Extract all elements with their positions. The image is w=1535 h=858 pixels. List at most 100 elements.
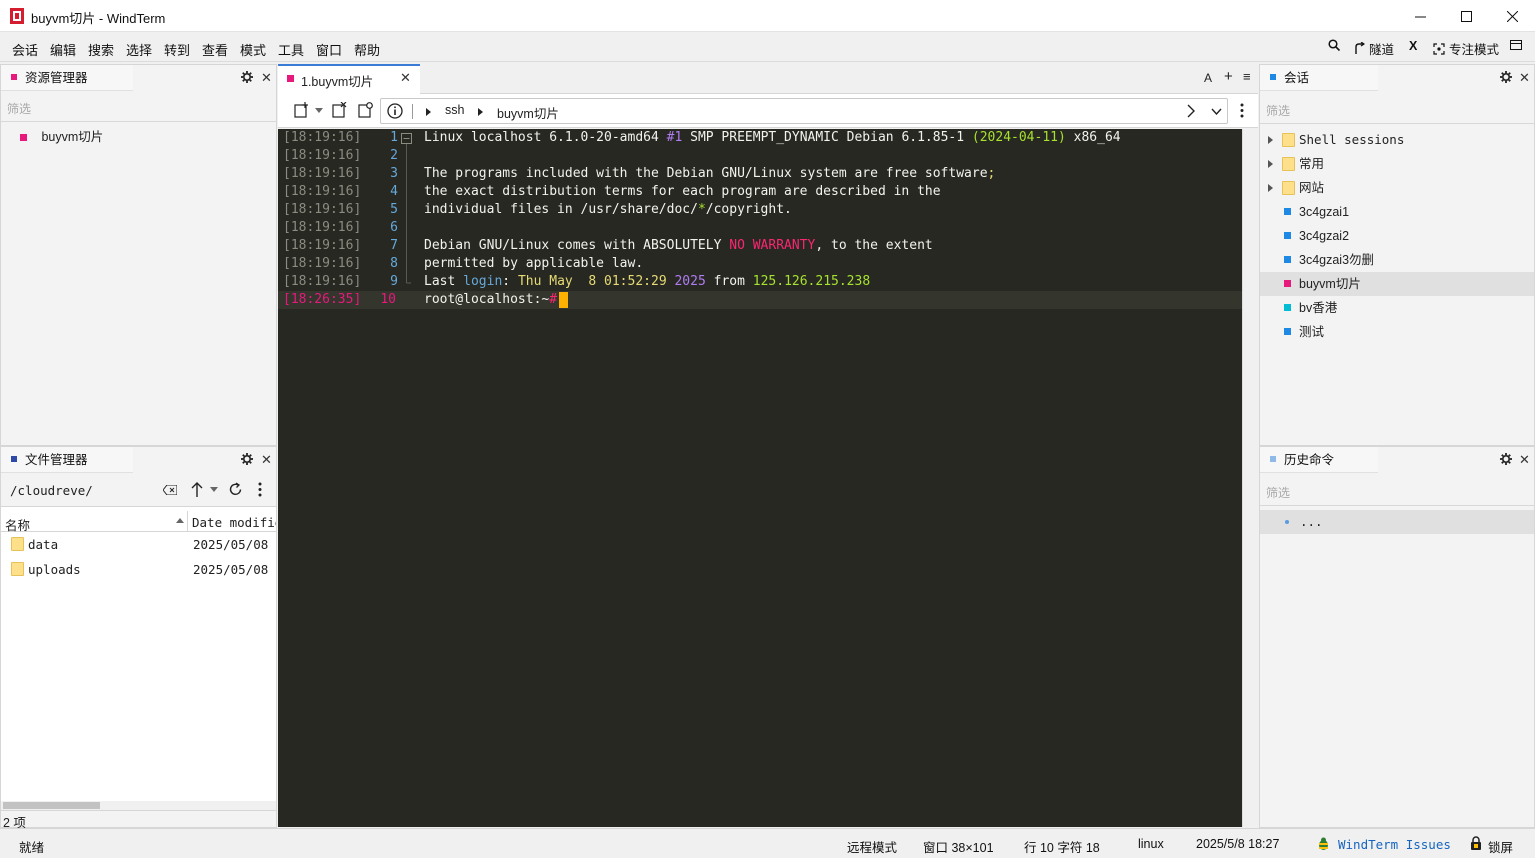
terminal-line: [18:19:16] 5 individual files in /usr/shar… xyxy=(278,201,1242,219)
session-item[interactable]: 3c4gzai1 xyxy=(1260,200,1534,224)
gear-icon[interactable] xyxy=(241,71,253,83)
explorer-item[interactable]: buyvm切片 xyxy=(1,125,276,149)
gear-icon[interactable] xyxy=(1500,71,1512,83)
explorer-close-icon[interactable]: ✕ xyxy=(261,70,272,86)
line-timestamp: [18:19:16] xyxy=(283,184,362,199)
session-item[interactable]: 测试 xyxy=(1260,320,1534,344)
more-vertical-icon[interactable] xyxy=(1240,103,1244,118)
line-number: 9 xyxy=(390,274,398,289)
expand-arrow-icon[interactable] xyxy=(1268,160,1273,168)
file-row[interactable]: uploads 2025/05/08 1 xyxy=(1,557,276,582)
focus-mode-button[interactable]: 专注模式 xyxy=(1433,39,1499,58)
close-session-icon[interactable] xyxy=(332,102,347,118)
explorer-tab[interactable]: 资源管理器 xyxy=(1,65,133,91)
new-session-icon[interactable] xyxy=(294,102,309,118)
file-manager-tab[interactable]: 文件管理器 xyxy=(1,447,133,473)
terminal-tab[interactable]: 1.buyvm切片 ✕ xyxy=(278,64,420,94)
more-vertical-icon[interactable] xyxy=(258,482,262,497)
menu-search[interactable]: 搜索 xyxy=(88,40,114,59)
duplicate-session-icon[interactable] xyxy=(358,102,373,118)
terminal-vertical-scrollbar[interactable] xyxy=(1242,129,1258,827)
layout-button[interactable] xyxy=(1510,39,1522,51)
menu-edit[interactable]: 编辑 xyxy=(50,40,76,59)
x-label: X xyxy=(1409,39,1418,53)
history-filter-input[interactable]: 筛选 xyxy=(1266,484,1290,501)
menu-mode[interactable]: 模式 xyxy=(240,40,266,59)
gear-icon[interactable] xyxy=(241,453,253,465)
text-segment: root@localhost:~ xyxy=(424,292,550,307)
font-button[interactable]: A xyxy=(1204,71,1212,85)
terminal-output[interactable]: [18:19:16] 1 Linux localhost 6.1.0-20-amd6… xyxy=(278,129,1242,827)
session-group[interactable]: Shell sessions xyxy=(1260,128,1534,152)
chevron-down-icon[interactable] xyxy=(210,487,218,492)
history-tab[interactable]: 历史命令 xyxy=(1260,447,1378,473)
file-manager-close-icon[interactable]: ✕ xyxy=(261,452,272,468)
text-segment: The programs included with the Debian GN… xyxy=(424,166,988,181)
menu-session[interactable]: 会话 xyxy=(12,40,38,59)
status-mode[interactable]: 远程模式 xyxy=(847,837,897,856)
session-item[interactable]: 3c4gzai3勿删 xyxy=(1260,248,1534,272)
sessions-filter-input[interactable]: 筛选 xyxy=(1266,102,1290,119)
minimize-button[interactable] xyxy=(1397,0,1443,32)
terminal-tab-label: 1.buyvm切片 xyxy=(301,75,374,89)
minimize-icon xyxy=(1414,16,1426,17)
sessions-close-icon[interactable]: ✕ xyxy=(1519,70,1530,86)
refresh-icon[interactable] xyxy=(228,482,243,497)
menu-view[interactable]: 查看 xyxy=(202,40,228,59)
history-item[interactable]: ... xyxy=(1260,510,1534,534)
status-os: linux xyxy=(1138,837,1164,851)
expand-arrow-icon[interactable] xyxy=(1268,184,1273,192)
text-segment: # xyxy=(549,292,558,307)
menu-tools[interactable]: 工具 xyxy=(278,40,304,59)
history-close-icon[interactable]: ✕ xyxy=(1519,452,1530,468)
lock-screen-button[interactable]: 锁屏 xyxy=(1488,837,1513,856)
chevron-down-icon[interactable] xyxy=(1211,108,1222,115)
menu-help[interactable]: 帮助 xyxy=(354,40,380,59)
terminal-line: [18:19:16] 7 Debian GNU/Linux comes with A… xyxy=(278,237,1242,255)
session-item[interactable]: bv香港 xyxy=(1260,296,1534,320)
column-date-header[interactable]: Date modifie xyxy=(192,515,276,530)
menu-select[interactable]: 选择 xyxy=(126,40,152,59)
menu-goto[interactable]: 转到 xyxy=(164,40,190,59)
scrollbar-thumb[interactable] xyxy=(3,802,100,809)
session-label: bv香港 xyxy=(1299,301,1338,315)
session-group-label: 常用 xyxy=(1299,157,1325,171)
address-bar[interactable]: ssh buyvm切片 xyxy=(380,98,1228,124)
new-tab-button[interactable]: + xyxy=(1224,68,1233,85)
line-text: permitted by applicable law. xyxy=(424,255,643,273)
info-icon[interactable] xyxy=(387,103,403,119)
sessions-tab[interactable]: 会话 xyxy=(1260,65,1378,91)
tab-menu-button[interactable]: ≡ xyxy=(1243,69,1251,84)
breadcrumb-ssh[interactable]: ssh xyxy=(445,103,464,117)
tab-close-icon[interactable]: ✕ xyxy=(400,70,411,86)
breadcrumb-session[interactable]: buyvm切片 xyxy=(497,103,559,122)
maximize-button[interactable] xyxy=(1443,0,1489,32)
close-button[interactable] xyxy=(1489,0,1535,32)
expand-arrow-icon[interactable] xyxy=(1268,136,1273,144)
line-number: 2 xyxy=(390,148,398,163)
tunnel-button[interactable]: 隧道 xyxy=(1354,39,1394,58)
global-search-button[interactable] xyxy=(1328,39,1340,51)
session-group[interactable]: 常用 xyxy=(1260,152,1534,176)
fold-marker-icon[interactable] xyxy=(401,133,412,285)
session-item-selected[interactable]: buyvm切片 xyxy=(1260,272,1534,296)
folder-icon xyxy=(1282,133,1295,147)
windterm-issues-link[interactable]: WindTerm Issues xyxy=(1338,837,1451,852)
path-input[interactable]: /cloudreve/ xyxy=(10,483,93,498)
terminal-line: [18:19:16] 1 Linux localhost 6.1.0-20-amd6… xyxy=(278,129,1242,147)
session-group[interactable]: 网站 xyxy=(1260,176,1534,200)
menu-window[interactable]: 窗口 xyxy=(316,40,342,59)
session-item[interactable]: 3c4gzai2 xyxy=(1260,224,1534,248)
line-number: 4 xyxy=(390,184,398,199)
chevron-right-icon[interactable] xyxy=(1187,104,1195,118)
horizontal-scrollbar[interactable] xyxy=(1,801,276,810)
terminal-line: [18:19:16] 3 The programs included with th… xyxy=(278,165,1242,183)
up-arrow-icon[interactable] xyxy=(191,482,203,497)
chevron-down-icon[interactable] xyxy=(315,108,323,113)
clear-icon[interactable] xyxy=(163,485,177,495)
x-button[interactable]: X xyxy=(1409,39,1417,53)
file-row[interactable]: data 2025/05/08 1 xyxy=(1,532,276,557)
explorer-filter-input[interactable]: 筛选 xyxy=(7,100,31,117)
text-segment: x86_64 xyxy=(1065,130,1121,145)
gear-icon[interactable] xyxy=(1500,453,1512,465)
